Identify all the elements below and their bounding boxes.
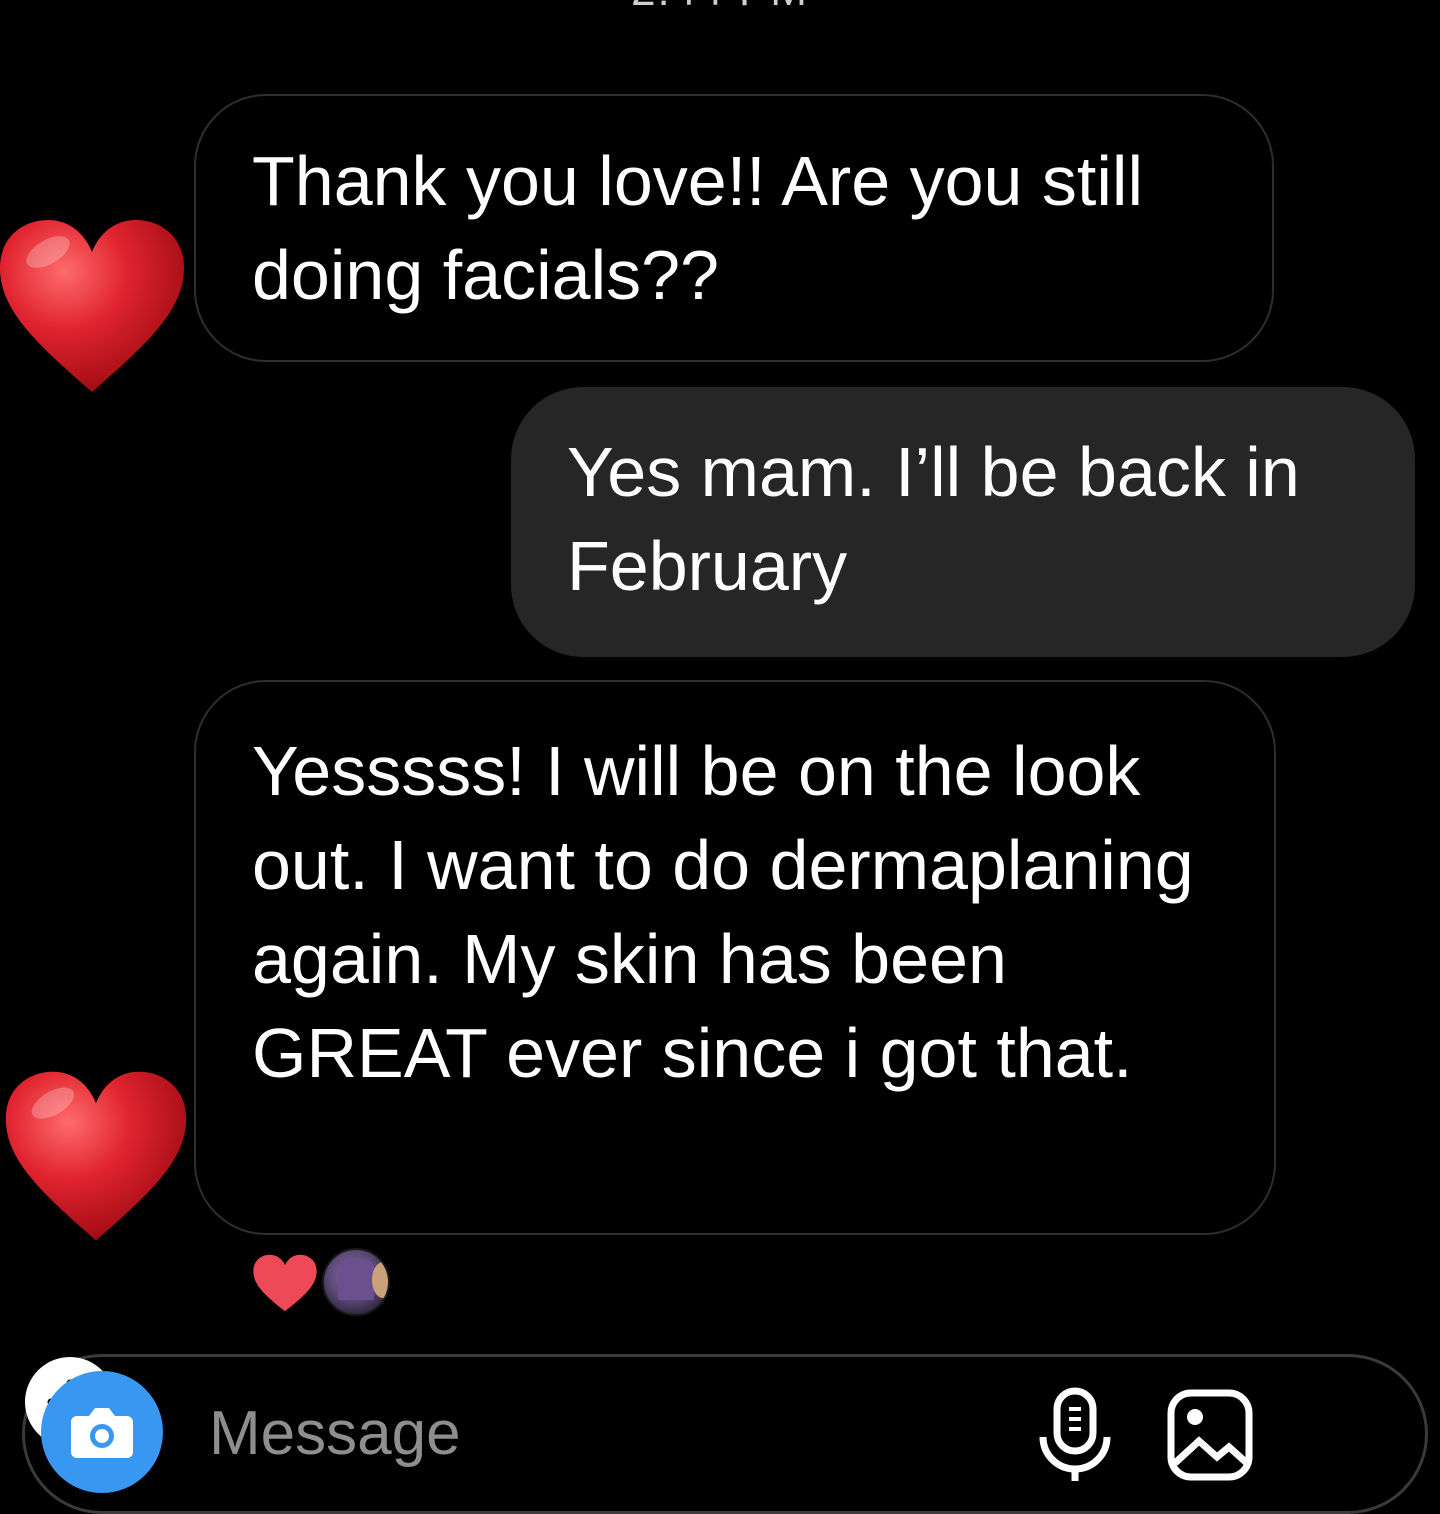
message-text: Yes mam. I’ll be back in February xyxy=(567,433,1300,605)
avatar[interactable] xyxy=(322,1248,390,1316)
message-composer xyxy=(22,1354,1428,1514)
camera-button[interactable] xyxy=(41,1371,163,1493)
message-text: Yesssss! I will be on the look out. I wa… xyxy=(252,732,1194,1092)
message-bubble-received[interactable]: Yesssss! I will be on the look out. I wa… xyxy=(194,680,1276,1235)
microphone-icon[interactable] xyxy=(1035,1385,1115,1485)
heart-reaction-icon xyxy=(5,1071,187,1241)
message-input[interactable] xyxy=(209,1393,909,1473)
avatar-face xyxy=(372,1262,388,1298)
avatar-image xyxy=(338,1260,374,1300)
heart-reaction-icon xyxy=(0,220,184,392)
message-text: Thank you love!! Are you still doing fac… xyxy=(252,142,1143,314)
heart-icon xyxy=(253,1254,317,1312)
message-bubble-sent[interactable]: Yes mam. I’ll be back in February xyxy=(511,387,1415,657)
camera-icon xyxy=(71,1408,133,1458)
message-timestamp: 2:44 PM xyxy=(0,0,1440,16)
gallery-icon[interactable] xyxy=(1165,1385,1255,1485)
message-bubble-received[interactable]: Thank you love!! Are you still doing fac… xyxy=(194,94,1274,362)
